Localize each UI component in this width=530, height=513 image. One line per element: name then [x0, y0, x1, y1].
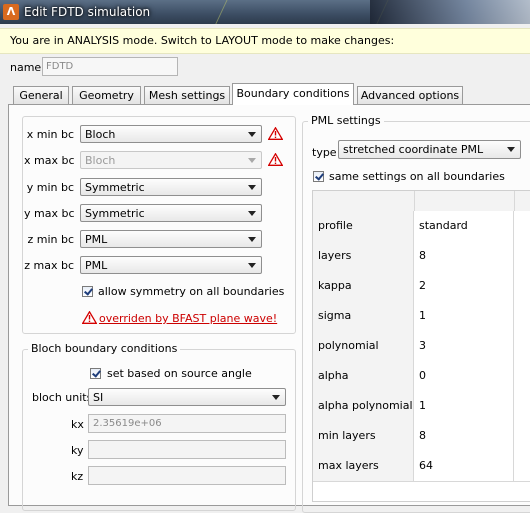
source-angle-checkbox[interactable] — [90, 368, 101, 379]
title-bar-decoration — [211, 0, 391, 24]
name-field[interactable]: FDTD — [42, 57, 178, 76]
lumerical-icon: Λ — [3, 4, 19, 20]
table-value[interactable]: standard — [414, 211, 514, 241]
table-row[interactable]: layers 8 — [313, 241, 530, 272]
tab-general[interactable]: General — [13, 86, 69, 104]
tab-advanced-options[interactable]: Advanced options — [357, 86, 463, 104]
chevron-down-icon — [248, 185, 256, 190]
pml-type-select[interactable]: stretched coordinate PML — [338, 140, 521, 159]
window-title: Edit FDTD simulation — [24, 5, 151, 19]
same-settings-label: same settings on all boundaries — [329, 170, 505, 183]
table-value[interactable]: 64 — [414, 451, 514, 481]
table-header — [313, 191, 530, 212]
table-value[interactable]: 1 — [414, 301, 514, 331]
chevron-down-icon — [248, 158, 256, 163]
x-max-bc-select[interactable]: Bloch — [80, 151, 262, 169]
kz-label: kz — [71, 470, 84, 483]
table-row[interactable]: sigma 1 — [313, 301, 530, 332]
override-warning-link[interactable]: overriden by BFAST plane wave! — [99, 312, 277, 325]
source-angle-label: set based on source angle — [107, 367, 252, 380]
chevron-down-icon — [507, 147, 515, 152]
warning-icon — [82, 311, 97, 324]
tab-mesh-settings[interactable]: Mesh settings — [144, 86, 230, 104]
table-value[interactable]: 1 — [414, 391, 514, 421]
table-value[interactable]: 8 — [414, 421, 514, 451]
y-max-bc-select[interactable]: Symmetric — [80, 204, 262, 222]
table-row[interactable]: profile standard — [313, 211, 530, 242]
mode-banner-text: You are in ANALYSIS mode. Switch to LAYO… — [10, 34, 395, 47]
title-bar-decoration — [370, 0, 530, 24]
table-row[interactable]: alpha polynomial 1 — [313, 391, 530, 422]
warning-icon — [268, 153, 283, 166]
table-value[interactable]: 8 — [414, 241, 514, 271]
z-min-bc-select[interactable]: PML — [80, 230, 262, 248]
table-value[interactable]: 2 — [414, 271, 514, 301]
ky-field[interactable] — [88, 440, 286, 459]
pml-group-title: PML settings — [308, 114, 384, 127]
table-row[interactable]: kappa 2 — [313, 271, 530, 302]
table-key: min layers — [313, 421, 414, 451]
table-key: max layers — [313, 451, 414, 481]
allow-symmetry-checkbox[interactable] — [82, 286, 93, 297]
table-row[interactable]: alpha 0 — [313, 361, 530, 392]
table-row[interactable]: max layers 64 — [313, 451, 530, 482]
chevron-down-icon — [248, 263, 256, 268]
table-key: alpha — [313, 361, 414, 391]
x-min-bc-select[interactable]: Bloch — [80, 125, 262, 143]
table-key: profile — [313, 211, 414, 241]
table-key: alpha polynomial — [313, 391, 414, 421]
bloch-group-title: Bloch boundary conditions — [28, 342, 181, 355]
name-label: name — [10, 61, 42, 74]
allow-symmetry-label: allow symmetry on all boundaries — [98, 285, 285, 298]
table-key: kappa — [313, 271, 414, 301]
warning-icon — [268, 127, 283, 140]
z-max-bc-label: z max bc — [24, 259, 74, 272]
x-min-bc-label: x min bc — [26, 128, 74, 141]
z-min-bc-label: z min bc — [27, 233, 74, 246]
chevron-down-icon — [248, 211, 256, 216]
table-value[interactable]: 3 — [414, 331, 514, 361]
y-min-bc-select[interactable]: Symmetric — [80, 178, 262, 196]
table-row[interactable]: polynomial 3 — [313, 331, 530, 362]
tab-boundary-conditions[interactable]: Boundary conditions — [232, 83, 354, 105]
y-min-bc-label: y min bc — [26, 181, 74, 194]
tab-geometry[interactable]: Geometry — [72, 86, 141, 104]
table-key: layers — [313, 241, 414, 271]
chevron-down-icon — [272, 395, 280, 400]
chevron-down-icon — [248, 132, 256, 137]
same-settings-checkbox[interactable] — [313, 171, 324, 182]
kx-label: kx — [71, 418, 84, 431]
kx-field[interactable]: 2.35619e+06 — [88, 414, 286, 433]
table-key: polynomial — [313, 331, 414, 361]
pml-type-label: type — [312, 146, 337, 159]
bloch-units-label: bloch units — [32, 391, 93, 404]
table-row[interactable]: min layers 8 — [313, 421, 530, 452]
y-max-bc-label: y max bc — [24, 207, 75, 220]
table-key: sigma — [313, 301, 414, 331]
kz-field[interactable] — [88, 466, 286, 485]
table-value[interactable]: 0 — [414, 361, 514, 391]
pml-settings-table[interactable]: profile standard layers 8 kappa 2 sigma 1 po… — [312, 190, 530, 502]
bloch-units-select[interactable]: SI — [88, 388, 286, 406]
boundary-conditions-group — [22, 116, 296, 334]
z-max-bc-select[interactable]: PML — [80, 256, 262, 274]
chevron-down-icon — [248, 237, 256, 242]
ky-label: ky — [71, 444, 84, 457]
x-max-bc-label: x max bc — [24, 154, 75, 167]
